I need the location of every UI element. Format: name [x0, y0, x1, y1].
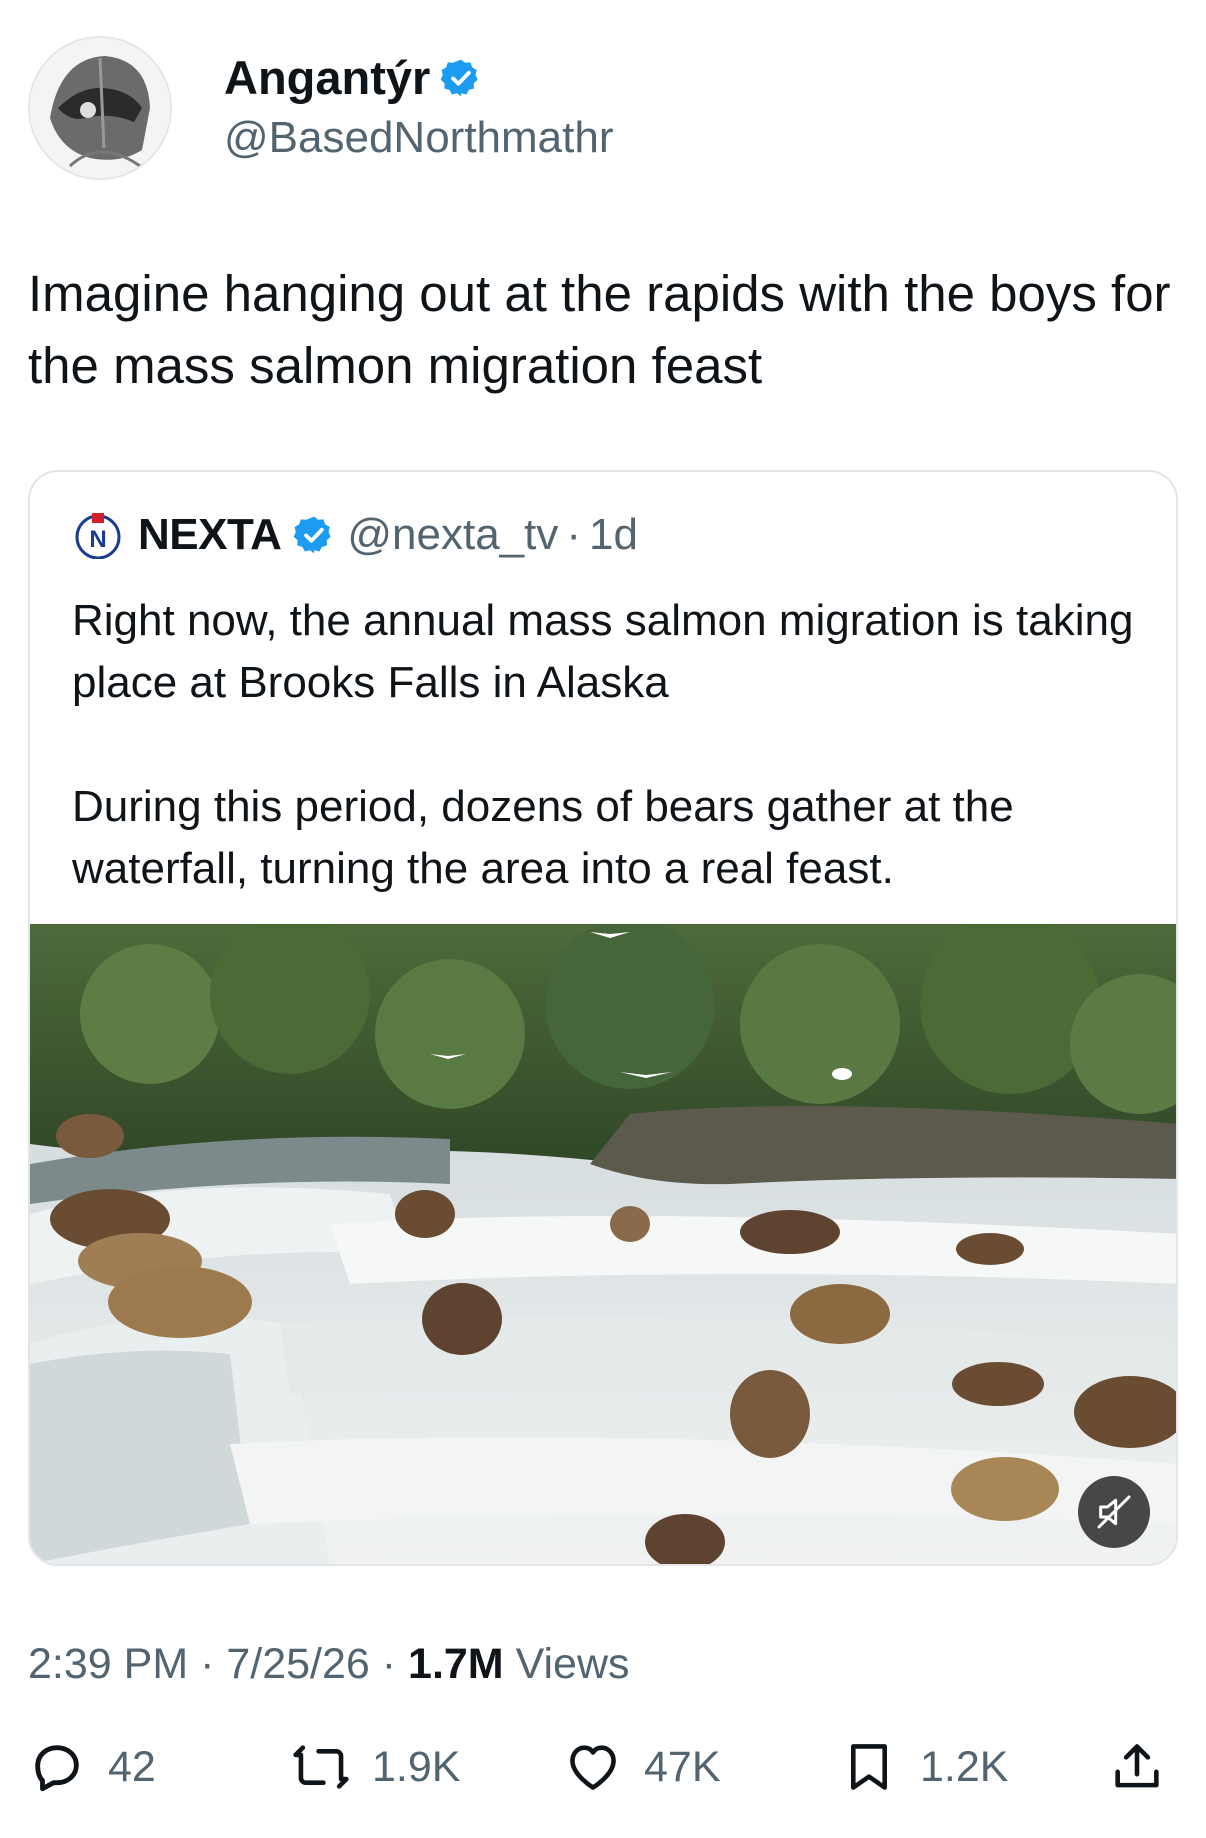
- nexta-logo-icon: N: [75, 513, 121, 559]
- tweet-header: Angantýr @BasedNorthmathr: [28, 36, 614, 180]
- repost-button[interactable]: 1.9K: [292, 1738, 460, 1796]
- verified-badge-icon: [440, 59, 478, 97]
- quote-text: Right now, the annual mass salmon migrat…: [72, 590, 1142, 900]
- verified-badge-icon: [294, 516, 331, 554]
- reply-button[interactable]: 42: [28, 1738, 156, 1796]
- quote-tweet-card[interactable]: N NEXTA @nexta_tv · 1d Right now, the an…: [28, 470, 1178, 1566]
- bookmark-button[interactable]: 1.2K: [840, 1738, 1008, 1796]
- quote-paragraph: During this period, dozens of bears gath…: [72, 782, 1014, 893]
- quote-display-name[interactable]: NEXTA: [138, 510, 282, 560]
- repost-icon: [293, 1745, 349, 1789]
- handle[interactable]: @BasedNorthmathr: [224, 110, 614, 166]
- tweet-meta: 2:39 PM · 7/25/26 · 1.7M Views: [28, 1640, 630, 1689]
- tweet-text: Imagine hanging out at the rapids with t…: [28, 265, 1171, 394]
- bookmark-icon: [850, 1744, 888, 1790]
- avatar-image: [30, 38, 170, 178]
- bookmark-count: 1.2K: [920, 1742, 1009, 1791]
- like-count: 47K: [644, 1742, 721, 1791]
- quote-handle[interactable]: @nexta_tv: [347, 510, 558, 560]
- video-player[interactable]: [30, 914, 1176, 1564]
- separator: ·: [566, 510, 582, 559]
- share-button[interactable]: [1108, 1738, 1166, 1796]
- mute-button[interactable]: [1078, 1476, 1150, 1548]
- reply-count: 42: [108, 1742, 156, 1791]
- like-button[interactable]: 47K: [564, 1738, 721, 1796]
- quote-time[interactable]: 1d: [589, 510, 638, 560]
- timestamp[interactable]: 2:39 PM · 7/25/26 ·: [28, 1640, 408, 1688]
- share-icon: [1115, 1744, 1159, 1788]
- avatar[interactable]: [28, 36, 172, 180]
- views-count: 1.7M: [408, 1640, 504, 1688]
- quote-paragraph: Right now, the annual mass salmon migrat…: [72, 596, 1134, 707]
- action-bar: 42 1.9K 47K 1.2K: [28, 1738, 1178, 1802]
- mute-icon: [1097, 1495, 1131, 1529]
- reply-icon: [35, 1745, 79, 1792]
- repost-count: 1.9K: [372, 1742, 461, 1791]
- svg-text:N: N: [89, 526, 106, 553]
- display-name[interactable]: Angantýr: [224, 50, 430, 106]
- views-label: Views: [503, 1640, 630, 1688]
- quote-header: N NEXTA @nexta_tv · 1d: [74, 510, 638, 560]
- video-frame-bears-waterfall: [30, 914, 1176, 1564]
- like-icon: [570, 1745, 616, 1790]
